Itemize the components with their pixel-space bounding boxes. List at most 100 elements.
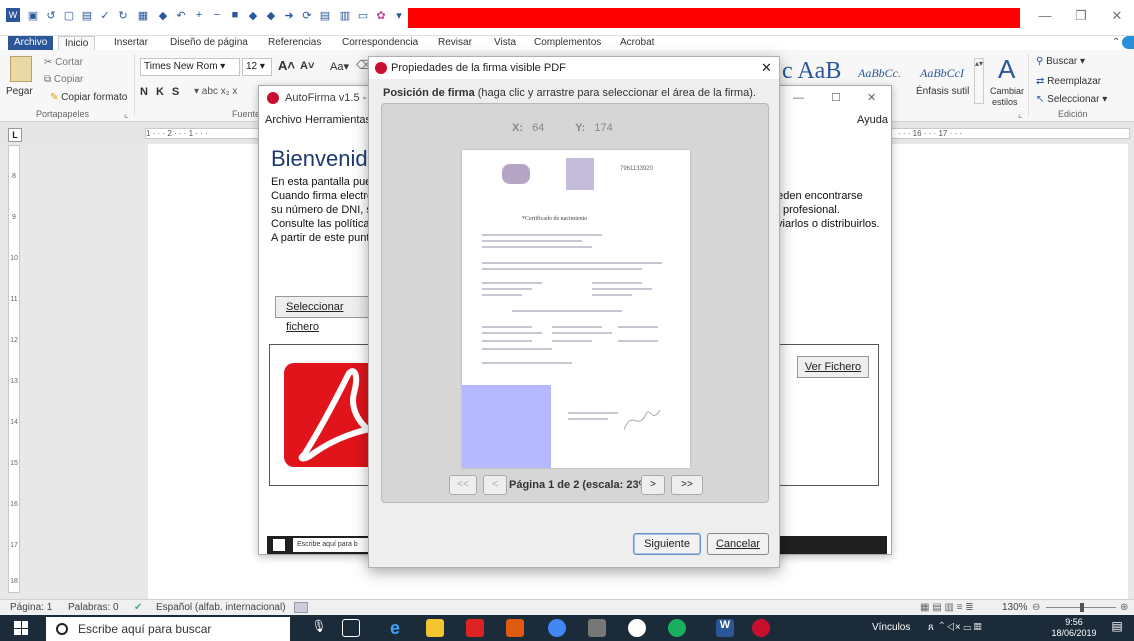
calculator-icon[interactable] <box>588 619 606 637</box>
paste-icon[interactable] <box>10 56 32 82</box>
change-styles-icon[interactable]: A <box>998 54 1015 85</box>
signature-selection-area[interactable] <box>462 385 551 468</box>
change-styles-button[interactable]: Cambiar <box>990 86 1024 96</box>
tab-selector-icon[interactable]: L <box>8 128 22 142</box>
autofirma-close-icon[interactable]: ✕ <box>867 86 876 110</box>
layout-icon[interactable]: ▤ <box>318 8 332 22</box>
power-app-icon[interactable] <box>466 619 484 637</box>
window-icon[interactable]: ▭ <box>356 8 370 22</box>
autofirma-menu-archivo[interactable]: Archivo <box>265 110 302 130</box>
windows-start-icon[interactable] <box>14 621 28 635</box>
copy-button[interactable]: ⧉ Copiar <box>44 74 83 85</box>
format-icon[interactable]: ◆ <box>156 8 170 22</box>
edge-icon[interactable]: e <box>386 619 404 637</box>
next-page-button[interactable]: > <box>641 475 665 495</box>
chrome-icon[interactable] <box>548 619 566 637</box>
zoom-in-icon[interactable]: ⊕ <box>1120 600 1128 615</box>
prev-page-button[interactable]: < <box>483 475 507 495</box>
view-file-button[interactable]: Ver Fichero <box>797 356 869 378</box>
autofirma-menu-ayuda[interactable]: Ayuda <box>857 110 888 130</box>
proofing-icon[interactable]: ✔ <box>134 600 142 615</box>
spelling-icon[interactable]: ✓ <box>98 8 112 22</box>
paste-button[interactable]: Pegar <box>6 86 33 97</box>
change-case-button[interactable]: Aa▾ <box>330 60 349 73</box>
next-button[interactable]: Siguiente <box>633 533 701 555</box>
undo-icon[interactable]: ↺ <box>44 8 58 22</box>
cut-button[interactable]: ✂ Cortar <box>44 57 83 68</box>
tab-inicio[interactable]: Inicio <box>58 36 96 50</box>
tab-archivo[interactable]: Archivo <box>8 36 54 50</box>
media-app-icon[interactable] <box>506 619 524 637</box>
file-explorer-icon[interactable] <box>426 619 444 637</box>
app-circle-icon[interactable] <box>628 619 646 637</box>
undo2-icon[interactable]: ↶ <box>174 8 188 22</box>
replace-button[interactable]: ⇄ Reemplazar <box>1036 76 1101 87</box>
diamond2-icon[interactable]: ◆ <box>264 8 278 22</box>
font-size-combo[interactable]: 12 ▾ <box>242 58 272 76</box>
shrink-font-button[interactable]: A˅ <box>300 60 314 72</box>
refresh-icon[interactable]: ⟳ <box>300 8 314 22</box>
tray-icons[interactable]: ጸ ⌃ ◁× ▭ ▦ <box>928 619 982 637</box>
open-icon[interactable]: ▤ <box>80 8 94 22</box>
font-name-combo[interactable]: Times New Rom ▾ <box>140 58 240 76</box>
zoom-out-icon[interactable]: ⊖ <box>1032 600 1040 615</box>
redo-icon[interactable]: ↻ <box>116 8 130 22</box>
font-style-buttons[interactable]: NKS <box>140 86 187 98</box>
close-icon[interactable]: ✕ <box>1102 8 1132 28</box>
styles-gallery-scroll[interactable]: ▴▾ <box>974 58 984 104</box>
autofirma-maximize-icon[interactable]: ☐ <box>831 86 841 110</box>
taskbar-links[interactable]: Vínculos <box>872 619 910 637</box>
status-page[interactable]: Página: 1 <box>10 600 52 615</box>
account-icon[interactable] <box>1122 36 1134 49</box>
status-language[interactable]: Español (alfab. internacional) <box>156 600 286 615</box>
tab-revisar[interactable]: Revisar <box>432 36 478 50</box>
whatsapp-icon[interactable] <box>668 619 686 637</box>
notifications-icon[interactable]: ▤ <box>1108 619 1126 637</box>
customize-qat-icon[interactable]: ▾ <box>392 8 406 22</box>
microphone-icon[interactable]: 🎙 <box>310 619 328 637</box>
cancel-button[interactable]: Cancelar <box>707 533 769 555</box>
taskbar-clock[interactable]: 9:56 18/06/2019 <box>1050 617 1098 639</box>
plus-icon[interactable]: + <box>192 8 206 22</box>
task-view-icon[interactable] <box>342 619 360 637</box>
style-sample-subtitle[interactable]: AaBbCc. <box>858 66 901 81</box>
last-page-button[interactable]: >> <box>671 475 703 495</box>
tab-complementos[interactable]: Complementos <box>528 36 607 50</box>
diamond-icon[interactable]: ◆ <box>246 8 260 22</box>
save-icon[interactable]: ▣ <box>26 8 40 22</box>
taskbar-search-box[interactable]: Escribe aquí para buscar <box>46 617 290 641</box>
print-icon[interactable]: ▦ <box>136 8 150 22</box>
view-buttons-icon[interactable]: ▦ ▤ ▥ ≡ ≣ <box>920 600 974 615</box>
grow-font-button[interactable]: A˄ <box>278 58 295 73</box>
word-taskbar-icon[interactable]: W <box>716 619 734 637</box>
tab-insertar[interactable]: Insertar <box>108 36 154 50</box>
find-button[interactable]: ⚲ Buscar ▾ <box>1036 56 1085 67</box>
restore-icon[interactable]: ❐ <box>1066 8 1096 28</box>
tab-referencias[interactable]: Referencias <box>262 36 327 50</box>
zoom-slider-thumb[interactable] <box>1080 603 1084 612</box>
autofirma-minimize-icon[interactable]: — <box>793 86 804 110</box>
vertical-ruler[interactable] <box>8 145 20 593</box>
autofirma-menu-herramientas[interactable]: Herramientas <box>305 110 371 130</box>
tab-diseno[interactable]: Diseño de página <box>164 36 254 50</box>
style-enfasis-sutil[interactable]: Énfasis sutil <box>916 86 969 97</box>
select-button[interactable]: ↖ Seleccionar ▾ <box>1036 94 1107 105</box>
box-icon[interactable]: ■ <box>228 8 242 22</box>
format-painter-button[interactable]: ✎ Copiar formato <box>50 92 127 103</box>
style-sample-title[interactable]: c AaB <box>782 58 841 85</box>
tab-acrobat[interactable]: Acrobat <box>614 36 660 50</box>
tab-vista[interactable]: Vista <box>488 36 522 50</box>
zoom-level[interactable]: 130% <box>1002 600 1028 615</box>
change-styles-button-line2[interactable]: estilos <box>992 97 1018 107</box>
tab-correspondencia[interactable]: Correspondencia <box>336 36 424 50</box>
dialog-close-icon[interactable]: ✕ <box>761 57 772 79</box>
autofirma-taskbar-icon[interactable] <box>752 619 770 637</box>
new-doc-icon[interactable]: ▢ <box>62 8 76 22</box>
arrow-right-icon[interactable]: ➜ <box>282 8 296 22</box>
macro-icon[interactable] <box>294 602 308 613</box>
minimize-icon[interactable]: — <box>1030 8 1060 28</box>
styles-launcher-icon[interactable]: ⌞ <box>1018 109 1022 120</box>
clipboard-launcher-icon[interactable]: ⌞ <box>124 109 128 120</box>
style-sample-emphasis[interactable]: AaBbCcI <box>920 66 964 81</box>
strike-sub-buttons[interactable]: ▾ abc x₂ x <box>194 86 237 97</box>
